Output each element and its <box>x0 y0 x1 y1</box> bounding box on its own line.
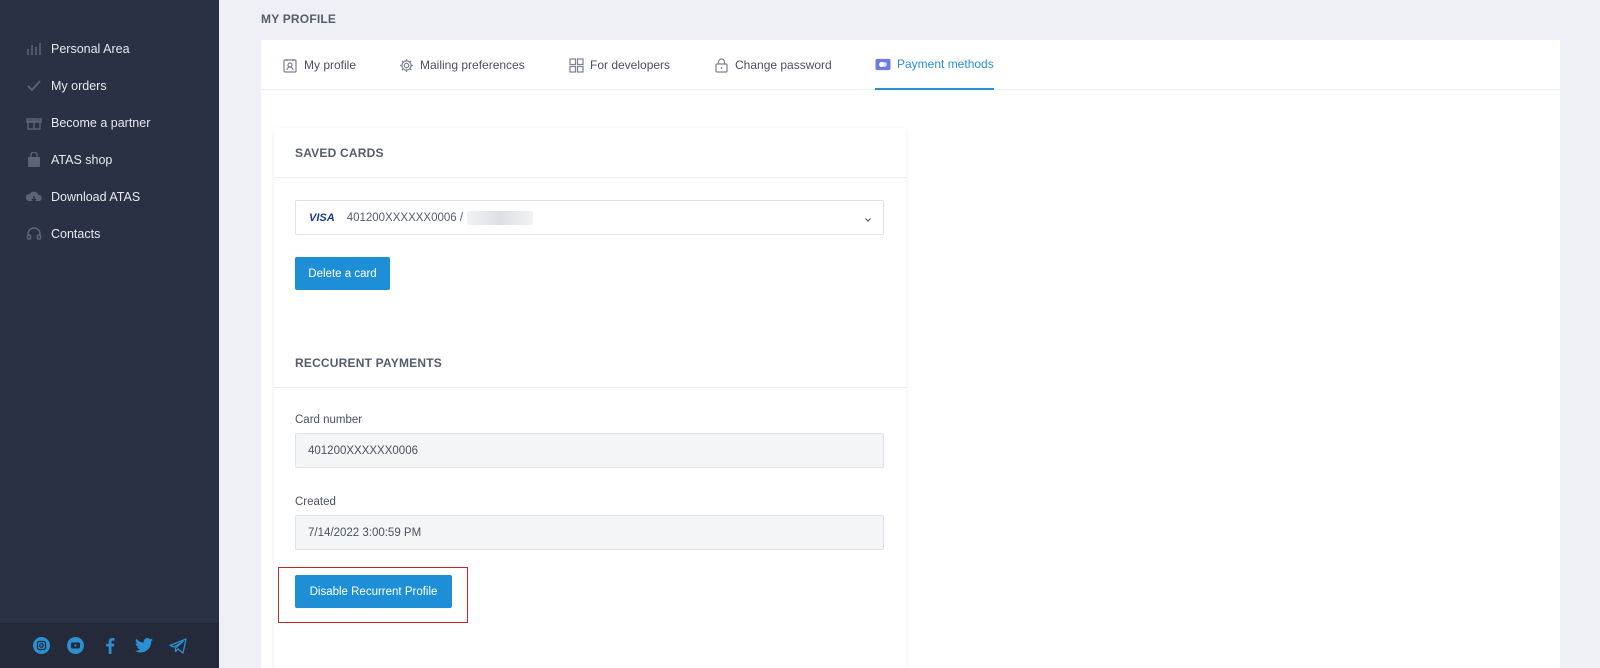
tab-for-developers[interactable]: For developers <box>568 40 670 90</box>
profile-tabs: My profile Mailing preferences For devel… <box>261 40 1560 90</box>
tab-payment-methods[interactable]: Payment methods <box>875 40 994 90</box>
sidebar-item-label: Contacts <box>51 226 101 241</box>
tab-my-profile[interactable]: My profile <box>282 40 356 90</box>
telegram-icon[interactable] <box>168 636 187 655</box>
visa-logo: VISA <box>309 211 335 224</box>
chevron-down-icon <box>863 212 873 222</box>
profile-card-icon <box>282 57 298 73</box>
created-field[interactable] <box>295 515 884 550</box>
bar-chart-icon <box>25 40 43 58</box>
gift-icon <box>25 114 43 132</box>
sidebar-item-atas-shop[interactable]: ATAS shop <box>0 141 219 178</box>
tab-mailing-preferences[interactable]: Mailing preferences <box>398 40 525 90</box>
delete-card-button[interactable]: Delete a card <box>295 257 390 290</box>
grid-icon <box>568 57 584 73</box>
sidebar-item-contacts[interactable]: Contacts <box>0 215 219 252</box>
checkmark-icon <box>25 77 43 95</box>
sidebar-item-download-atas[interactable]: Download ATAS <box>0 178 219 215</box>
sidebar-item-become-partner[interactable]: Become a partner <box>0 104 219 141</box>
sidebar-nav: Personal Area My orders Become a partner… <box>0 30 219 252</box>
selected-card-value: 401200XXXXXX0006 / <box>346 211 464 224</box>
headset-icon <box>25 225 43 243</box>
saved-cards-title: SAVED CARDS <box>274 128 906 178</box>
credit-card-icon <box>875 56 891 72</box>
tab-label: Change password <box>735 58 832 72</box>
sidebar-item-label: Download ATAS <box>51 189 141 204</box>
social-links <box>0 623 219 668</box>
tab-label: Payment methods <box>897 57 994 71</box>
instagram-icon[interactable] <box>32 636 51 655</box>
shopping-bag-icon <box>25 151 43 169</box>
sidebar-item-personal-area[interactable]: Personal Area <box>0 30 219 67</box>
sidebar-item-label: My orders <box>51 78 107 93</box>
recurrent-payments-title: RECCURENT PAYMENTS <box>274 338 906 388</box>
cloud-download-icon <box>25 188 43 206</box>
page-title: MY PROFILE <box>261 12 337 26</box>
sidebar: Personal Area My orders Become a partner… <box>0 0 219 668</box>
facebook-icon[interactable] <box>100 636 119 655</box>
youtube-icon[interactable] <box>66 636 85 655</box>
saved-card-select[interactable]: VISA 401200XXXXXX0006 / <box>295 200 884 235</box>
card-number-field[interactable] <box>295 433 884 468</box>
created-label: Created <box>295 496 336 508</box>
lock-icon <box>713 57 729 73</box>
tab-label: My profile <box>304 58 357 72</box>
gear-icon <box>398 57 414 73</box>
tab-change-password[interactable]: Change password <box>713 40 832 90</box>
redacted-card-holder <box>467 210 534 225</box>
twitter-icon[interactable] <box>134 636 153 655</box>
highlight-box <box>278 567 468 623</box>
sidebar-item-label: Personal Area <box>51 41 130 56</box>
card-number-label: Card number <box>295 414 363 426</box>
sidebar-item-label: Become a partner <box>51 115 151 130</box>
sidebar-item-label: ATAS shop <box>51 152 113 167</box>
sidebar-item-my-orders[interactable]: My orders <box>0 67 219 104</box>
tab-label: For developers <box>590 58 671 72</box>
tab-label: Mailing preferences <box>420 58 525 72</box>
